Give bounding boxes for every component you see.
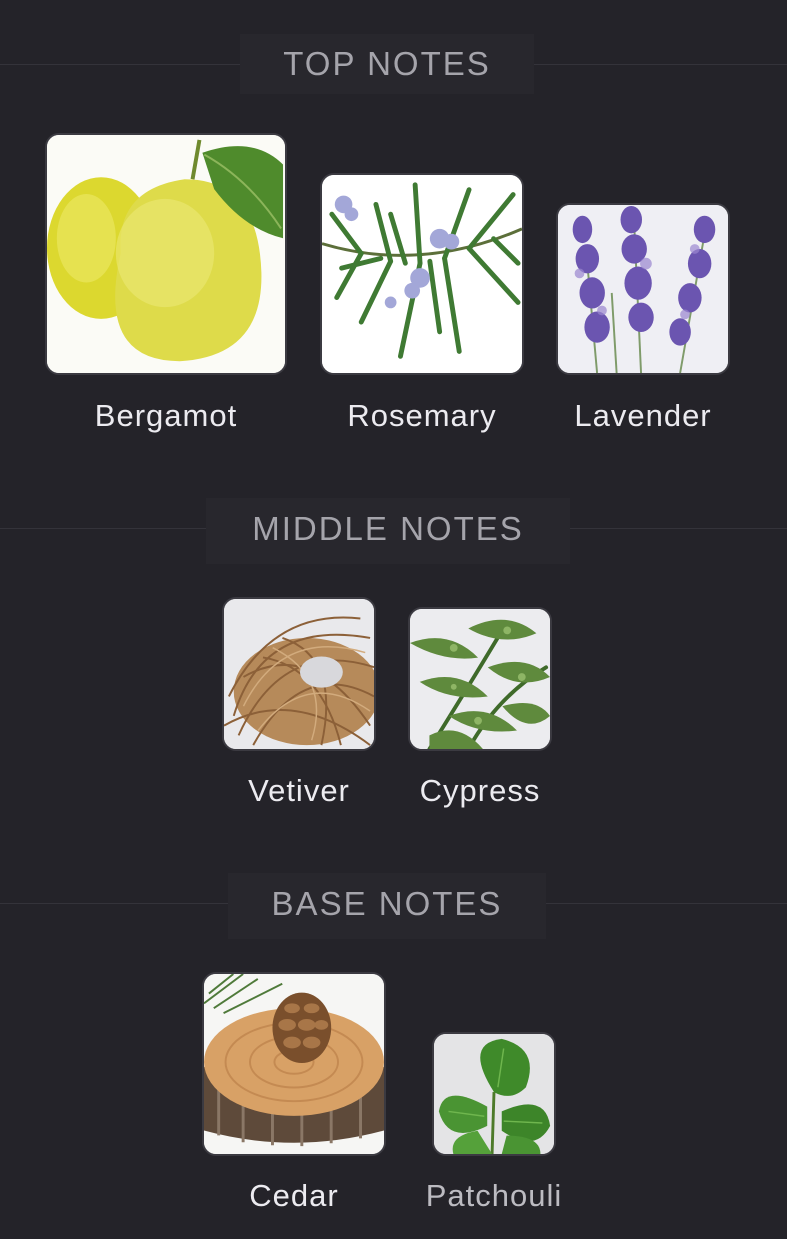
note-label-rosemary: Rosemary: [347, 398, 497, 433]
note-label-bergamot: Bergamot: [94, 398, 238, 433]
lavender-image[interactable]: [556, 203, 730, 375]
rosemary-image[interactable]: [320, 173, 524, 375]
vetiver-image[interactable]: [222, 597, 376, 751]
section-header-base-notes: BASE NOTES: [0, 873, 787, 939]
note-label-patchouli: Patchouli: [425, 1178, 563, 1213]
bergamot-image[interactable]: [45, 133, 287, 375]
section-title-top-notes: TOP NOTES: [240, 34, 534, 94]
note-label-cedar: Cedar: [249, 1178, 339, 1213]
patchouli-image[interactable]: [432, 1032, 556, 1156]
section-title-base-notes: BASE NOTES: [228, 873, 546, 939]
note-label-lavender: Lavender: [574, 398, 712, 433]
section-title-middle-notes: MIDDLE NOTES: [206, 498, 570, 564]
section-header-top-notes: TOP NOTES: [0, 34, 787, 94]
note-label-vetiver: Vetiver: [248, 773, 350, 808]
note-label-cypress: Cypress: [419, 773, 541, 808]
section-header-middle-notes: MIDDLE NOTES: [0, 498, 787, 564]
cypress-image[interactable]: [408, 607, 552, 751]
cedar-image[interactable]: [202, 972, 386, 1156]
